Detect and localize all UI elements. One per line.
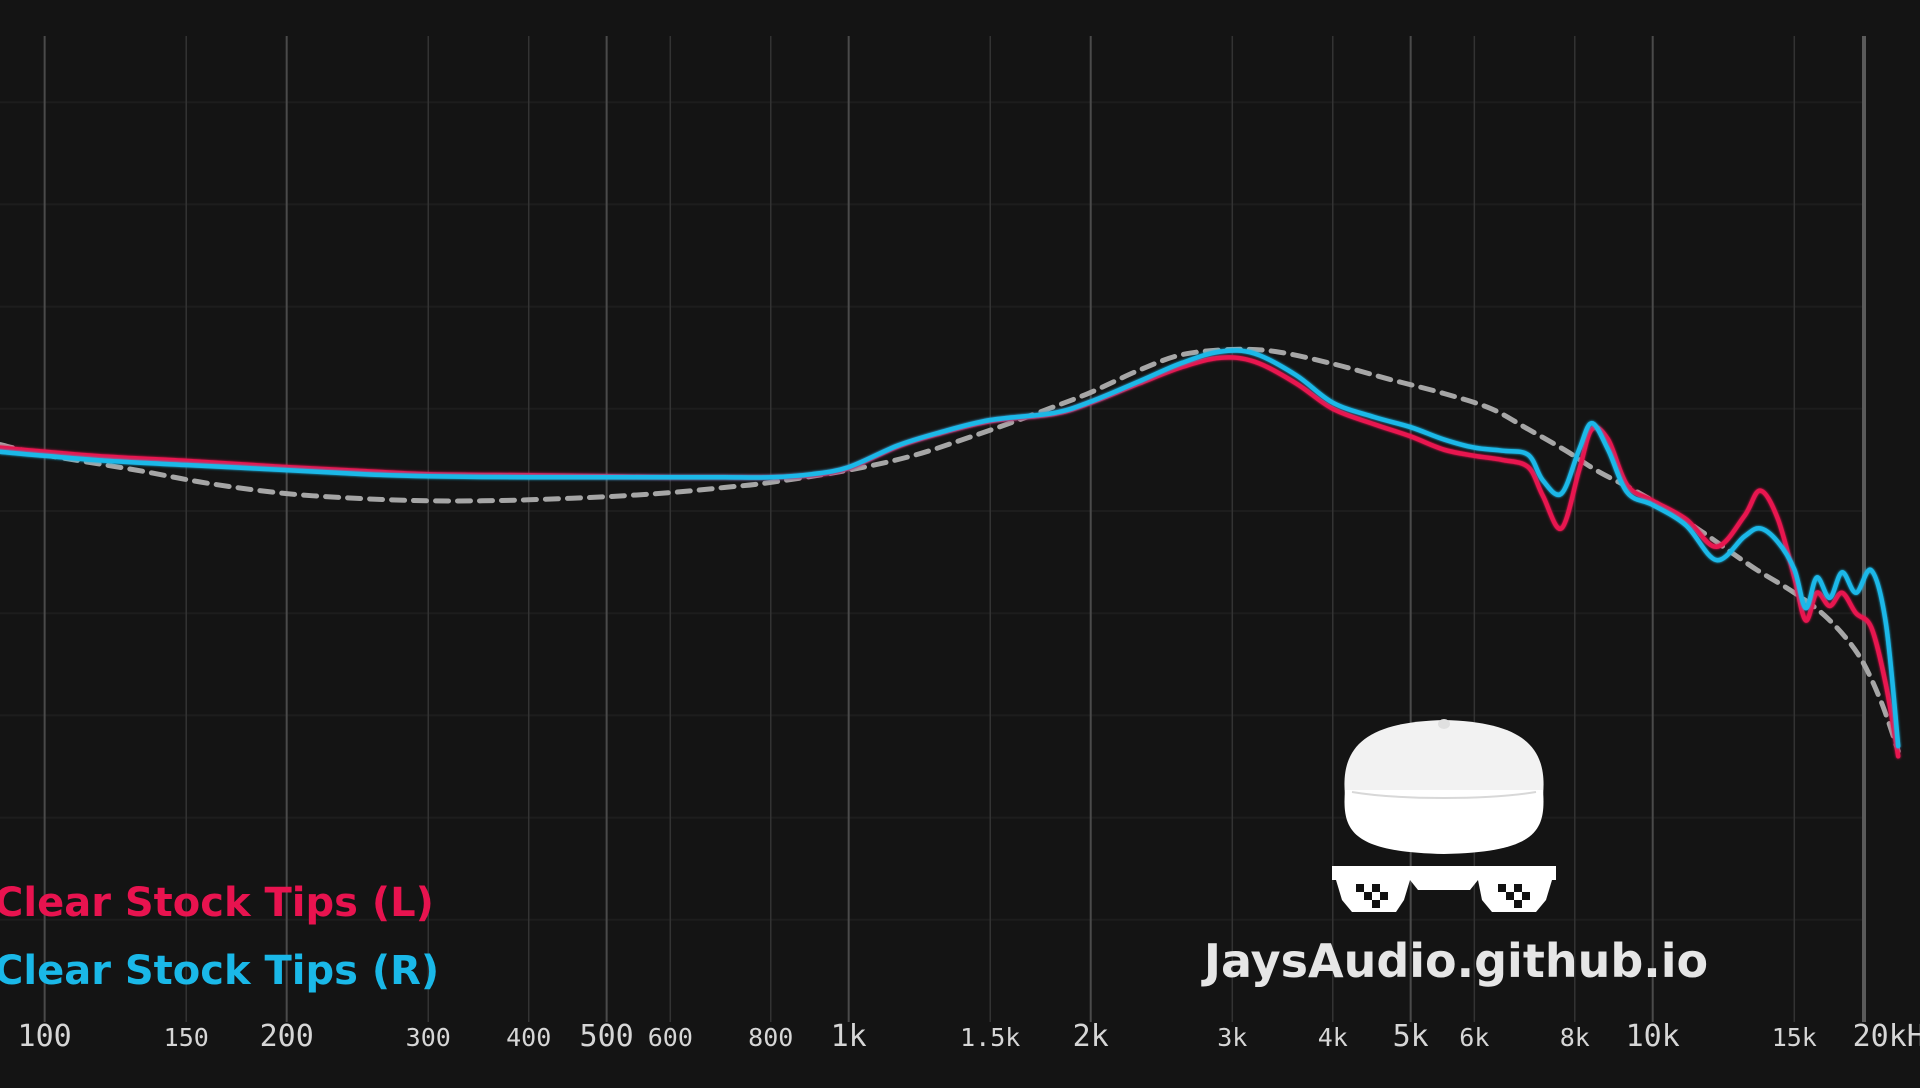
x-tick-label: 150	[164, 1023, 209, 1052]
x-tick-label: 300	[406, 1023, 451, 1052]
x-tick-label: 100	[18, 1019, 72, 1054]
x-tick-label: 20kHz	[1853, 1019, 1920, 1054]
legend-label-left: Clear Stock Tips (L)	[0, 880, 434, 926]
x-tick-label: 400	[506, 1023, 551, 1052]
x-tick-label: 3k	[1217, 1023, 1247, 1052]
cap-icon	[1344, 719, 1544, 854]
x-tick-label: 1.5k	[960, 1023, 1020, 1052]
x-axis-tick-labels: 100 150 200 300 400 500 600 800 1k 1.5k 2k 3k 4k 5k 6k…	[18, 1019, 1920, 1054]
legend-label-right: Clear Stock Tips (R)	[0, 948, 439, 994]
x-tick-label: 600	[648, 1023, 693, 1052]
x-tick-label: 4k	[1318, 1023, 1348, 1052]
watermark-text: JaysAudio.github.io	[1201, 934, 1708, 988]
x-tick-label: 6k	[1459, 1023, 1489, 1052]
x-tick-label: 5k	[1393, 1019, 1429, 1054]
x-tick-label: 8k	[1560, 1023, 1590, 1052]
x-tick-label: 10k	[1626, 1019, 1680, 1054]
x-tick-label: 15k	[1772, 1023, 1817, 1052]
x-tick-label: 500	[580, 1019, 634, 1054]
x-tick-label: 2k	[1073, 1019, 1109, 1054]
x-tick-label: 200	[260, 1019, 314, 1054]
x-tick-label: 1k	[831, 1019, 867, 1054]
frequency-response-chart: 100 150 200 300 400 500 600 800 1k 1.5k 2k 3k 4k 5k 6k…	[0, 0, 1920, 1088]
x-tick-label: 800	[748, 1023, 793, 1052]
